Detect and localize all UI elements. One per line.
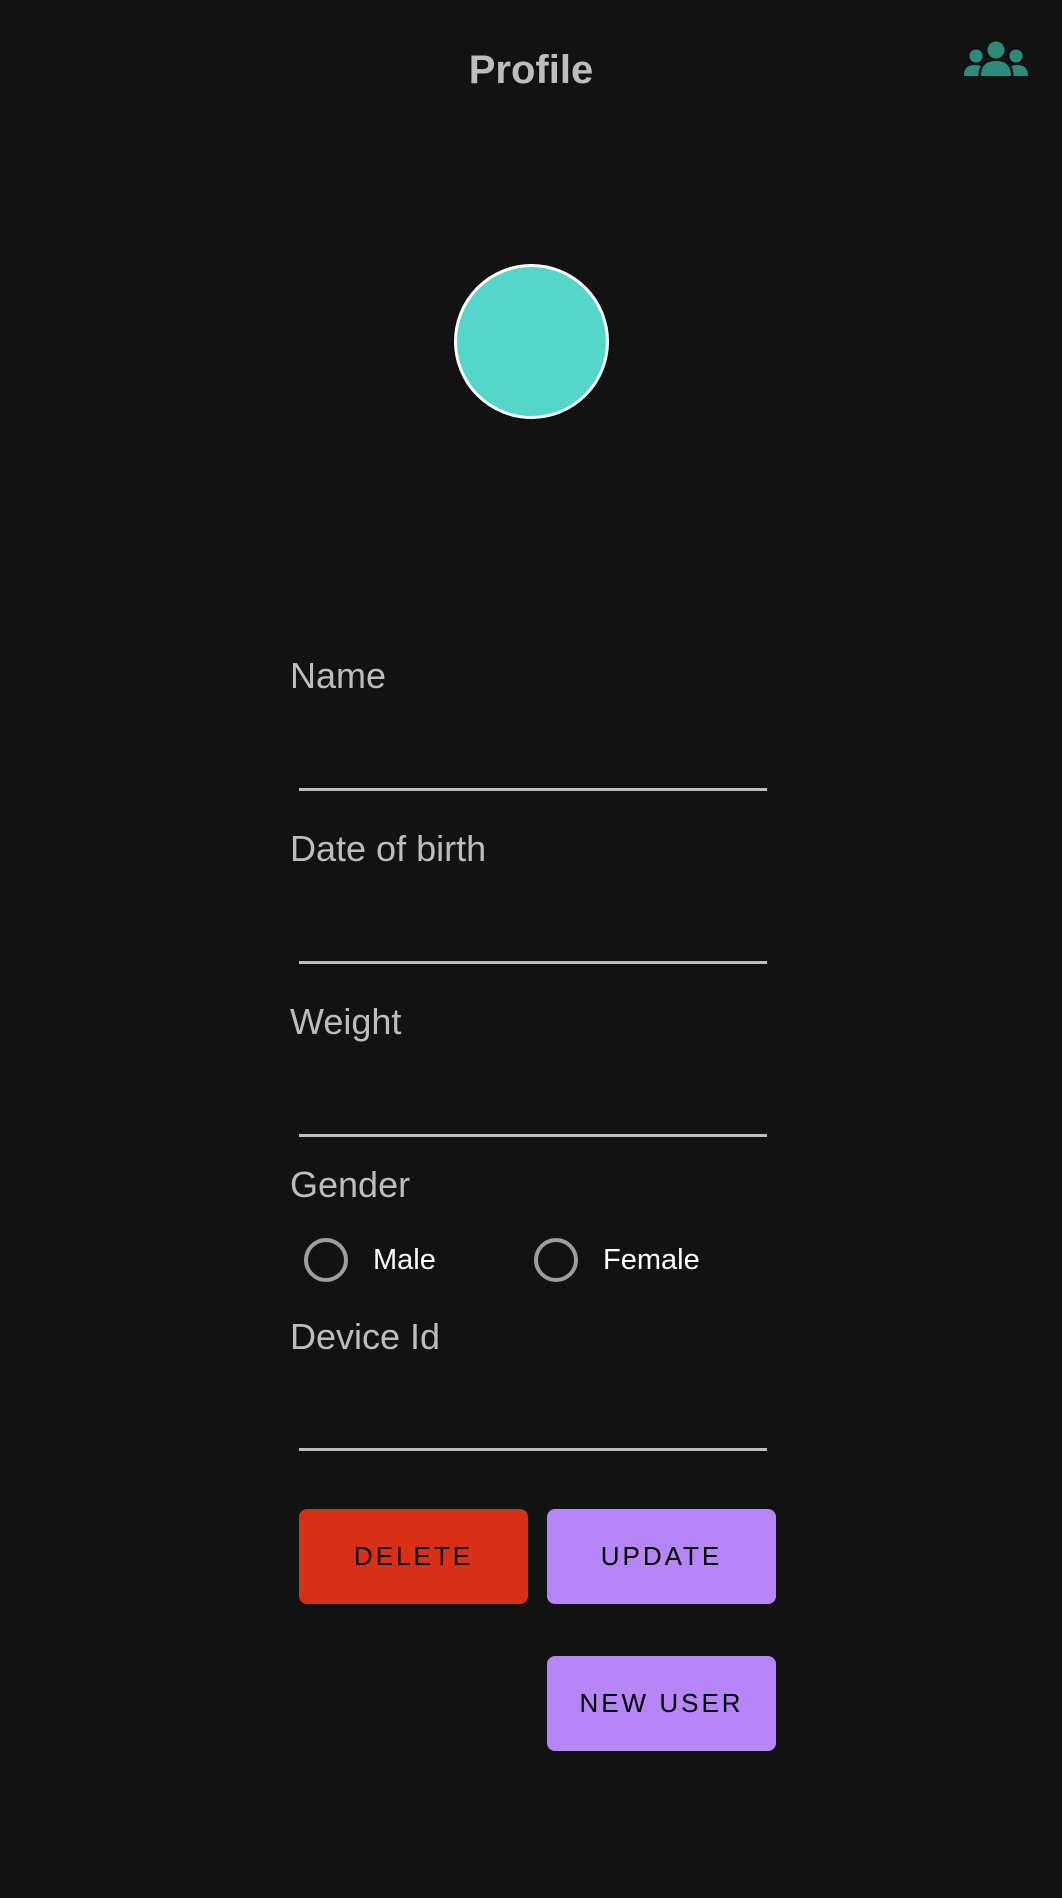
date-of-birth-input[interactable]: [299, 908, 767, 964]
device-id-input[interactable]: [299, 1395, 767, 1451]
date-of-birth-label: Date of birth: [290, 828, 487, 869]
page-title: Profile: [468, 48, 594, 92]
gender-label: Gender: [290, 1164, 411, 1205]
new-user-button[interactable]: NEW USER: [547, 1656, 776, 1751]
weight-label: Weight: [290, 1001, 402, 1042]
radio-button-icon[interactable]: [304, 1238, 348, 1282]
gender-option-label-male: Male: [373, 1243, 436, 1276]
avatar[interactable]: [454, 264, 609, 419]
device-id-label: Device Id: [290, 1316, 441, 1357]
gender-option-label-female: Female: [603, 1243, 700, 1276]
name-label: Name: [290, 655, 387, 696]
name-input[interactable]: [299, 735, 767, 791]
update-button[interactable]: UPDATE: [547, 1509, 776, 1604]
weight-input[interactable]: [299, 1081, 767, 1137]
gender-radio-male[interactable]: Male: [304, 1234, 436, 1286]
radio-button-icon[interactable]: [534, 1238, 578, 1282]
delete-button[interactable]: DELETE: [299, 1509, 528, 1604]
gender-radio-female[interactable]: Female: [534, 1234, 700, 1286]
group-icon[interactable]: [962, 40, 1030, 84]
